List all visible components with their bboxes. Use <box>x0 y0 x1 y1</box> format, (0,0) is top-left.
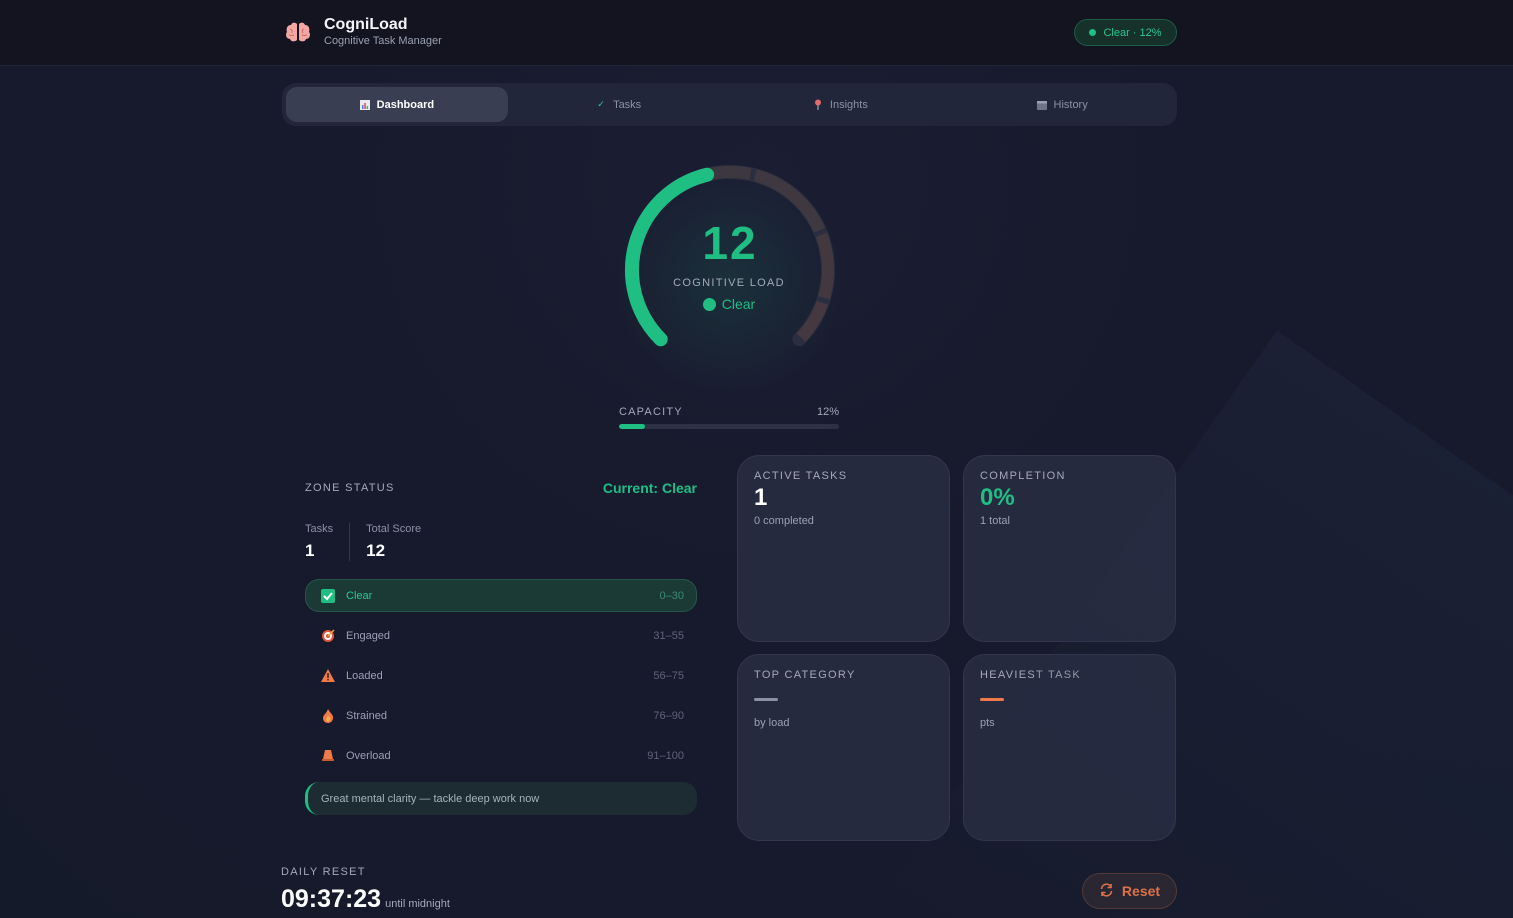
pin-icon <box>813 99 823 110</box>
flame-icon <box>321 708 335 723</box>
completion-card: COMPLETION 0% 1 total <box>963 455 1176 642</box>
brain-icon <box>284 18 312 46</box>
active-tasks-value: 1 <box>754 484 768 511</box>
tab-label: Insights <box>829 98 868 111</box>
zone-name: Clear <box>346 589 373 602</box>
chart-icon <box>359 99 370 110</box>
capacity-meter: CAPACITY 12% <box>619 406 839 429</box>
current-zone: Current: Clear <box>602 480 697 496</box>
heaviest-task-card: HEAVIEST TASK pts <box>963 654 1176 841</box>
top-bar: CogniLoad Cognitive Task Manager Clear ·… <box>0 0 1513 66</box>
card-title: TOP CATEGORY <box>754 669 856 681</box>
load-zone-text: Clear <box>721 296 756 312</box>
tab-label: Dashboard <box>376 98 435 111</box>
zone-message: Great mental clarity — tackle deep work … <box>305 782 697 815</box>
card-title: COMPLETION <box>980 470 1066 482</box>
load-value: 12 <box>702 217 758 269</box>
brand: CogniLoad Cognitive Task Manager <box>284 16 442 48</box>
zone-name: Overload <box>346 749 391 762</box>
zone-status-panel: ZONE STATUS Current: Clear Tasks 1 Total… <box>305 480 697 815</box>
top-category-sub: by load <box>754 717 790 729</box>
capacity-percent: 12% <box>816 406 839 418</box>
app-subtitle: Cognitive Task Manager <box>324 35 442 47</box>
load-zone: Clear <box>600 296 858 312</box>
zone-name: Loaded <box>346 669 383 682</box>
tab-dashboard[interactable]: Dashboard <box>286 87 508 122</box>
heaviest-task-sub: pts <box>980 717 995 729</box>
score-stat-value: 12 <box>366 541 386 560</box>
app-title: CogniLoad <box>324 16 408 33</box>
zone-list: Clear 0–30 Engaged 31–55 Loaded 56–75 St… <box>305 579 697 772</box>
reset-button-label: Reset <box>1121 883 1161 899</box>
zone-item-loaded[interactable]: Loaded 56–75 <box>305 659 697 692</box>
zone-dot <box>702 297 716 311</box>
zone-range: 56–75 <box>653 669 684 682</box>
warning-icon <box>321 669 335 683</box>
reset-until-text: until midnight <box>385 898 450 910</box>
zone-status-title: ZONE STATUS <box>305 482 395 494</box>
daily-reset-label: DAILY RESET <box>281 866 366 878</box>
top-category-card: TOP CATEGORY by load <box>737 654 950 841</box>
zone-range: 31–55 <box>653 629 684 642</box>
zone-name: Engaged <box>346 629 391 642</box>
empty-value-dash <box>754 698 778 701</box>
card-title: HEAVIEST TASK <box>980 669 1082 681</box>
completion-sub: 1 total <box>980 515 1010 527</box>
zone-item-strained[interactable]: Strained 76–90 <box>305 699 697 732</box>
tab-tasks[interactable]: ✓ Tasks <box>508 87 730 122</box>
cognitive-load-gauge: 12 COGNITIVE LOAD Clear <box>600 150 860 400</box>
tasks-stat: Tasks 1 <box>305 523 349 561</box>
load-status-text: Clear · 12% <box>1103 26 1162 39</box>
zone-item-engaged[interactable]: Engaged 31–55 <box>305 619 697 652</box>
tab-history[interactable]: History <box>951 87 1173 122</box>
zone-range: 0–30 <box>659 589 684 602</box>
tasks-stat-value: 1 <box>305 541 315 560</box>
active-tasks-sub: 0 completed <box>754 515 814 527</box>
zone-range: 76–90 <box>653 709 684 722</box>
tab-label: Tasks <box>613 98 642 111</box>
daily-reset: DAILY RESET 09:37:23 until midnight <box>281 866 450 914</box>
load-status-pill: Clear · 12% <box>1074 19 1177 46</box>
capacity-track <box>619 424 839 429</box>
main-tabs: Dashboard ✓ Tasks Insights History <box>282 83 1177 126</box>
zone-item-overload[interactable]: Overload 91–100 <box>305 739 697 772</box>
tab-label: History <box>1053 98 1088 111</box>
reset-countdown: 09:37:23 <box>281 885 382 913</box>
load-label: COGNITIVE LOAD <box>673 277 785 289</box>
check-icon: ✓ <box>597 99 605 109</box>
refresh-icon <box>1099 882 1114 900</box>
zone-range: 91–100 <box>647 749 684 762</box>
active-tasks-card: ACTIVE TASKS 1 0 completed <box>737 455 950 642</box>
checkbox-icon <box>321 588 335 603</box>
score-stat-label: Total Score <box>366 523 422 535</box>
score-stat: Total Score 12 <box>349 523 437 561</box>
tab-insights[interactable]: Insights <box>730 87 952 122</box>
cone-icon <box>321 749 335 763</box>
target-icon <box>321 628 335 643</box>
empty-value-dash <box>980 698 1004 701</box>
tasks-stat-label: Tasks <box>305 523 334 535</box>
reset-button[interactable]: Reset <box>1082 873 1177 909</box>
zone-name: Strained <box>346 709 387 722</box>
status-dot <box>1089 29 1097 36</box>
completion-value: 0% <box>980 484 1015 511</box>
zone-item-clear[interactable]: Clear 0–30 <box>305 579 697 612</box>
calendar-icon <box>1036 100 1047 110</box>
card-title: ACTIVE TASKS <box>754 470 848 482</box>
capacity-label: CAPACITY <box>619 406 683 418</box>
capacity-fill <box>619 424 646 429</box>
